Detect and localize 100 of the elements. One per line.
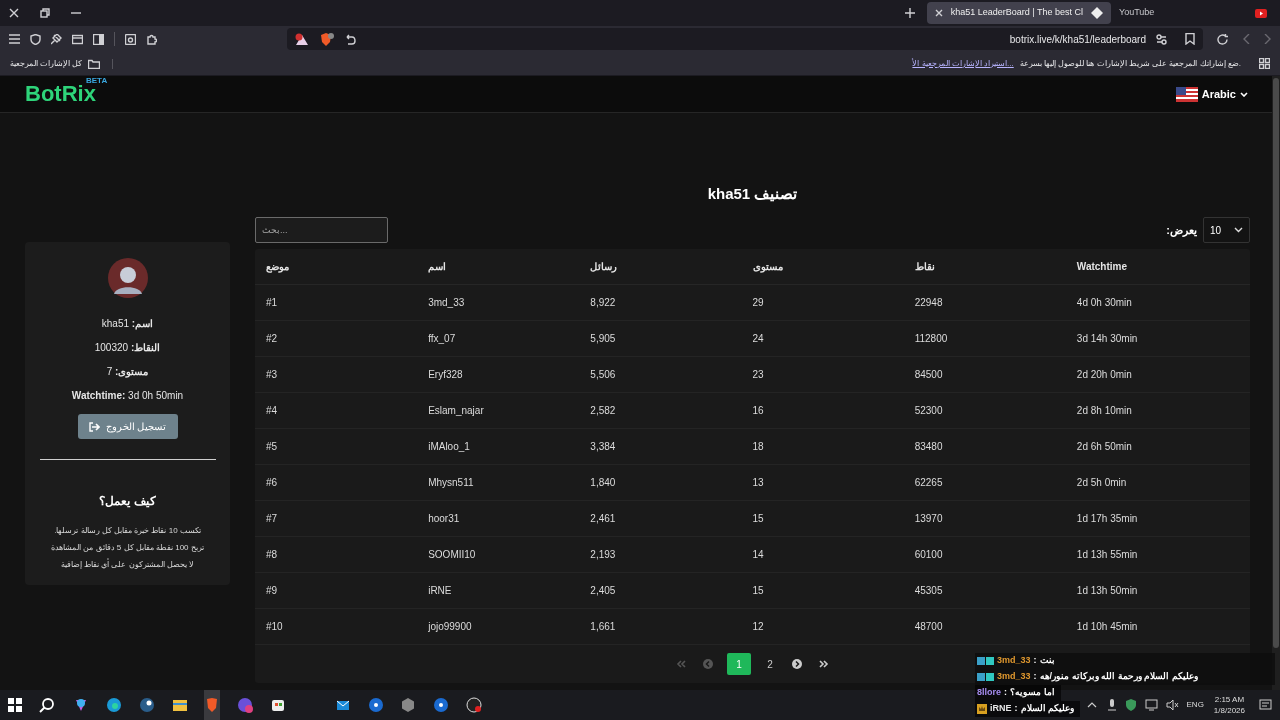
grid-icon[interactable]	[1259, 58, 1270, 69]
chat-username: iRNE	[990, 702, 1012, 716]
table-cell-text: 15	[752, 584, 765, 598]
table-cell-text: 22948	[914, 296, 944, 310]
sidebar-icon[interactable]	[93, 33, 104, 45]
folder-app-icon[interactable]	[172, 697, 188, 713]
table-cell-text: #2	[266, 332, 279, 346]
chat-username: 3md_33	[997, 670, 1031, 684]
table-cell-text: jojo99900	[428, 620, 473, 634]
language-selector[interactable]: Arabic	[1175, 85, 1248, 103]
url-text[interactable]: botrix.live/k/kha51/leaderboard	[1009, 31, 1146, 47]
store-app-icon[interactable]	[270, 697, 286, 713]
chat-app-icon[interactable]	[237, 697, 253, 713]
clock-date[interactable]: 1/8/2026	[1213, 705, 1245, 716]
notification-icon[interactable]	[1259, 699, 1272, 711]
table-cell-text: 2d 20h 0min	[1076, 368, 1133, 382]
table-cell-text: 1d 13h 55min	[1076, 548, 1139, 562]
table-cell-text: 62265	[914, 476, 944, 490]
chevron-down-icon	[1234, 227, 1243, 233]
pin-icon[interactable]	[51, 33, 62, 45]
language-indicator[interactable]: ENG	[1186, 699, 1204, 711]
puzzle-icon[interactable]	[146, 33, 157, 45]
speaker-muted-icon[interactable]	[1165, 699, 1179, 711]
bookmark-icon[interactable]	[1185, 33, 1195, 45]
table-cell-text: 3,384	[590, 440, 617, 454]
microphone-icon[interactable]	[1106, 699, 1117, 711]
restore-icon[interactable]	[40, 8, 50, 18]
chat-message: اما مسويه؟	[1010, 686, 1055, 700]
shield-icon[interactable]	[30, 33, 41, 45]
settings-sliders-icon[interactable]	[1156, 33, 1167, 45]
scrollbar-thumb[interactable]	[1273, 78, 1279, 648]
chevron-left-icon	[702, 659, 714, 669]
table-cell-text: 2d 8h 10min	[1076, 404, 1133, 418]
pagination-page-button[interactable]: 2	[762, 653, 778, 675]
table-cell-text: 60100	[914, 548, 944, 562]
table-cell-text: 3d 14h 30min	[1076, 332, 1139, 346]
table-cell-text: 83480	[914, 440, 944, 454]
table-cell-text: #3	[266, 368, 279, 382]
address-bar[interactable]: botrix.live/k/kha51/leaderboard	[287, 28, 1203, 50]
table-cell-text: 1,661	[590, 620, 617, 634]
clock-time[interactable]: 2:15 AM	[1214, 694, 1245, 705]
close-icon[interactable]	[934, 9, 943, 17]
hexagon-app-icon[interactable]	[400, 697, 416, 713]
column-header: موضع	[266, 260, 290, 274]
logout-button[interactable]: تسجيل الخروج	[77, 414, 178, 439]
close-icon[interactable]	[9, 8, 19, 18]
table-cell-text: 15	[752, 512, 765, 526]
search-icon[interactable]	[39, 697, 55, 713]
chat-message: بنت	[1039, 654, 1055, 668]
window-icon[interactable]	[72, 33, 83, 45]
reload-icon[interactable]	[1217, 33, 1229, 45]
chat-message: وعليكم السلام ورحمة الله وبركاته منور/هه	[1039, 670, 1198, 684]
table-cell-text: 5,506	[590, 368, 617, 382]
table-cell-text: 1d 10h 45min	[1076, 620, 1139, 634]
double-chevron-right-icon	[818, 659, 830, 669]
table-cell-text: ffx_07	[428, 332, 457, 346]
caret-icon	[1240, 91, 1248, 97]
folder-icon[interactable]	[88, 58, 101, 69]
warning-icon[interactable]	[295, 32, 309, 46]
diamond-icon	[1091, 7, 1103, 19]
new-tab-icon[interactable]	[904, 8, 915, 18]
browser-tab[interactable]: kha51 LeaderBoard | The best Cl	[926, 2, 1111, 24]
search-field[interactable]: بحث...	[255, 217, 388, 243]
chat-username: 3md_33	[997, 654, 1031, 668]
shield-icon[interactable]	[1124, 699, 1137, 711]
table-cell-text: 29	[752, 296, 765, 310]
table-cell-text: 84500	[914, 368, 944, 382]
recorder-app-icon[interactable]	[466, 697, 482, 713]
start-icon[interactable]	[7, 697, 23, 713]
chevron-up-icon[interactable]	[1086, 702, 1097, 708]
play-icon	[1255, 8, 1267, 18]
table-cell-text: 24	[752, 332, 765, 346]
menu-icon[interactable]	[9, 34, 20, 44]
table-cell-text: 23	[752, 368, 765, 382]
browser-tab[interactable]: YouTube	[1111, 2, 1247, 24]
page-size-select[interactable]: 10	[1203, 217, 1250, 243]
table-cell-text: #7	[266, 512, 279, 526]
undo-icon[interactable]	[344, 33, 356, 45]
logo[interactable]: BotRix	[25, 82, 96, 106]
table-cell-text: 18	[752, 440, 765, 454]
chevron-right-icon	[791, 659, 803, 669]
badge-icon	[977, 672, 994, 682]
double-chevron-left-icon	[675, 659, 687, 669]
table-cell-text: 8,922	[590, 296, 617, 310]
table-cell-text: 1d 17h 35min	[1076, 512, 1139, 526]
bookmark-folder-label[interactable]: كل الإشارات المرجعية	[10, 57, 83, 70]
table-cell-text: 2,461	[590, 512, 617, 526]
import-bookmarks-link[interactable]: استيراد الإشارات المرجعية الأ...	[912, 57, 1014, 70]
table-cell-text: #10	[266, 620, 284, 634]
explanation-text: تربح 100 نقطة مقابل كل 5 دقائق من المشاهدة	[51, 542, 204, 554]
sparkle-app-icon[interactable]	[73, 697, 89, 713]
monitor-icon[interactable]	[1144, 699, 1158, 711]
table-cell-text: hoor31	[428, 512, 461, 526]
table-cell-text: Mhysn511	[428, 476, 475, 490]
table-cell-text: 45305	[914, 584, 944, 598]
explanation-text: تكسب 10 نقاط خبرة مقابل كل رسالة ترسلها.	[54, 525, 201, 537]
column-header: Watchtime	[1076, 260, 1129, 274]
back-icon[interactable]	[1243, 34, 1250, 44]
forward-icon[interactable]	[1264, 34, 1271, 44]
column-header: مستوى	[752, 260, 784, 274]
